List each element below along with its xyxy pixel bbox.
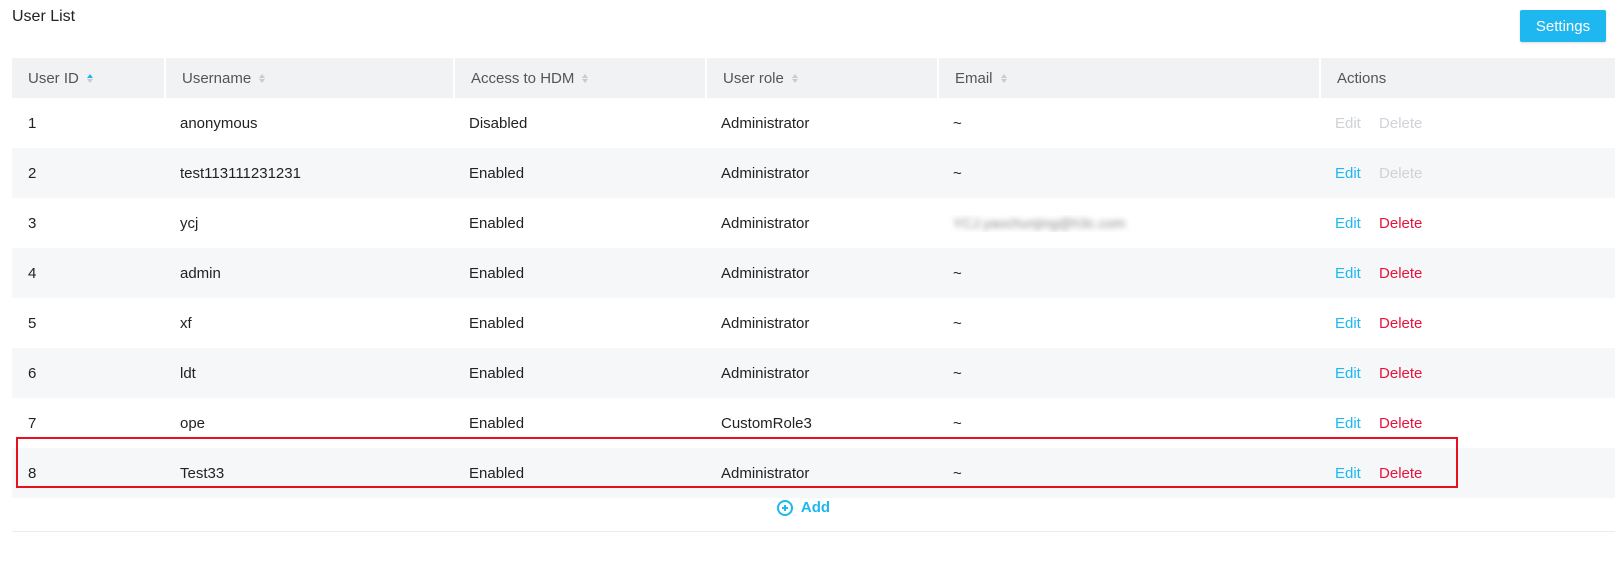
cell-username: ope [180, 414, 206, 432]
column-header-label: Email [955, 69, 993, 87]
cell-user-role: Administrator [721, 314, 810, 332]
cell-user-role: Administrator [721, 464, 810, 482]
cell-username: anonymous [180, 114, 258, 132]
cell-actions: Edit Delete [1319, 265, 1615, 282]
column-header-actions: Actions [1319, 58, 1615, 98]
edit-link[interactable]: Edit [1335, 415, 1361, 432]
edit-link: Edit [1335, 114, 1361, 132]
cell-username: Test33 [180, 464, 225, 482]
column-header-access-to-hdm[interactable]: Access to HDM [453, 58, 705, 98]
delete-link[interactable]: Delete [1379, 415, 1422, 432]
cell-user-role: Administrator [721, 364, 810, 382]
cell-user-id: 7 [28, 414, 37, 432]
cell-user-id: 8 [28, 464, 37, 482]
cell-access-to-hdm: Enabled [469, 364, 525, 382]
cell-email: ~ [953, 414, 962, 432]
settings-button[interactable]: Settings [1520, 10, 1606, 42]
delete-link[interactable]: Delete [1379, 265, 1422, 282]
column-header-user-id[interactable]: User ID [12, 58, 164, 98]
cell-access-to-hdm: Disabled [469, 114, 528, 132]
cell-email: ~ [953, 364, 962, 382]
sort-icon[interactable] [1000, 73, 1007, 83]
cell-username: xf [180, 314, 192, 332]
cell-access-to-hdm: Enabled [469, 314, 525, 332]
cell-email: YCJ.yaochunjing@h3c.com [937, 215, 1319, 232]
cell-access-to-hdm: Enabled [469, 164, 525, 182]
cell-email: ~ [953, 114, 962, 132]
cell-actions: Edit Delete [1319, 415, 1615, 432]
user-table: User ID Username Access to HDM User role… [12, 58, 1615, 498]
cell-user-role: Administrator [721, 164, 810, 182]
table-row: 4 admin Enabled Administrator ~ Edit Del… [12, 248, 1615, 298]
column-header-username[interactable]: Username [164, 58, 453, 98]
cell-access-to-hdm: Enabled [469, 464, 525, 482]
blurred-email: YCJ.yaochunjing@h3c.com [953, 214, 1126, 231]
cell-user-id: 2 [28, 164, 37, 182]
table-row: 3 ycj Enabled Administrator YCJ.yaochunj… [12, 198, 1615, 248]
table-row: 5 xf Enabled Administrator ~ Edit Delete [12, 298, 1615, 348]
column-header-email[interactable]: Email [937, 58, 1319, 98]
column-header-label: Access to HDM [471, 69, 575, 87]
column-header-user-role[interactable]: User role [705, 58, 937, 98]
column-header-label: Username [182, 69, 252, 87]
delete-link: Delete [1379, 114, 1423, 132]
cell-username: test113111231231 [180, 164, 301, 182]
cell-user-role: Administrator [721, 114, 810, 132]
cell-user-role: CustomRole3 [721, 414, 812, 432]
cell-access-to-hdm: Enabled [469, 264, 525, 282]
cell-username: ycj [180, 214, 199, 232]
edit-link[interactable]: Edit [1335, 315, 1361, 332]
table-row: 1 anonymous Disabled Administrator ~ Edi… [12, 98, 1615, 148]
cell-username: admin [180, 264, 221, 282]
column-header-label: Actions [1337, 69, 1387, 87]
cell-actions: Edit Delete [1319, 115, 1615, 132]
cell-actions: Edit Delete [1319, 365, 1615, 382]
table-row: 6 ldt Enabled Administrator ~ Edit Delet… [12, 348, 1615, 398]
cell-username: ldt [180, 364, 196, 382]
table-row: 7 ope Enabled CustomRole3 ~ Edit Delete [12, 398, 1615, 448]
edit-link[interactable]: Edit [1335, 465, 1361, 482]
cell-actions: Edit Delete [1319, 165, 1615, 182]
column-header-label: User role [723, 69, 784, 87]
cell-user-id: 5 [28, 314, 37, 332]
cell-email: ~ [953, 464, 962, 482]
page-title: User List [12, 8, 76, 25]
cell-user-id: 4 [28, 264, 37, 282]
cell-access-to-hdm: Enabled [469, 414, 525, 432]
sort-icon[interactable] [259, 73, 266, 83]
edit-link[interactable]: Edit [1335, 215, 1361, 232]
delete-link[interactable]: Delete [1379, 315, 1422, 332]
sort-icon[interactable] [582, 73, 589, 83]
cell-user-role: Administrator [721, 214, 810, 232]
delete-link[interactable]: Delete [1379, 465, 1422, 482]
delete-link: Delete [1379, 164, 1423, 182]
cell-actions: Edit Delete [1319, 215, 1615, 232]
edit-link[interactable]: Edit [1335, 365, 1361, 382]
table-row: 2 test113111231231 Enabled Administrator… [12, 148, 1615, 198]
cell-user-role: Administrator [721, 264, 810, 282]
edit-link[interactable]: Edit [1335, 265, 1361, 282]
add-row: Add [12, 484, 1615, 532]
add-label: Add [800, 499, 831, 516]
cell-user-id: 3 [28, 214, 37, 232]
cell-access-to-hdm: Enabled [469, 214, 525, 232]
sort-icon[interactable] [791, 73, 798, 83]
cell-user-id: 6 [28, 364, 37, 382]
table-header: User ID Username Access to HDM User role… [12, 58, 1615, 98]
cell-email: ~ [953, 164, 962, 182]
cell-user-id: 1 [28, 114, 37, 132]
cell-email: ~ [953, 314, 962, 332]
cell-actions: Edit Delete [1319, 465, 1615, 482]
cell-actions: Edit Delete [1319, 315, 1615, 332]
sort-icon[interactable] [86, 73, 93, 83]
delete-link[interactable]: Delete [1379, 365, 1422, 382]
user-list-page: User List Settings User ID Username Acce… [0, 0, 1623, 587]
plus-circle-icon [776, 499, 793, 516]
column-header-label: User ID [28, 69, 79, 87]
add-button[interactable]: Add [776, 499, 831, 516]
edit-link[interactable]: Edit [1335, 165, 1361, 182]
delete-link[interactable]: Delete [1379, 215, 1422, 232]
cell-email: ~ [953, 264, 962, 282]
